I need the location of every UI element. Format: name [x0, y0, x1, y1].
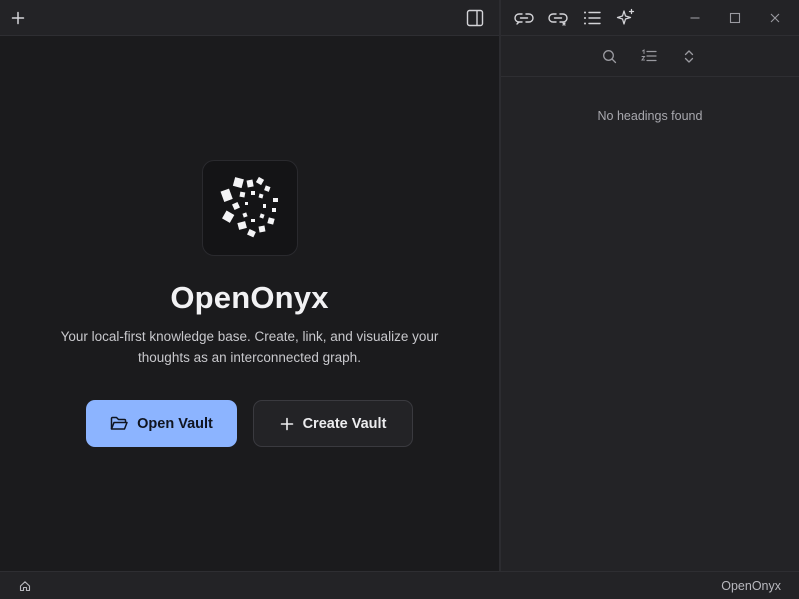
ordered-list-icon[interactable] [640, 47, 658, 65]
sparkles-icon[interactable] [614, 6, 638, 30]
panel-toolbar [500, 0, 799, 36]
open-vault-button[interactable]: Open Vault [86, 400, 237, 447]
status-bar: OpenOnyx [0, 571, 799, 599]
title-bar [0, 0, 799, 36]
create-vault-label: Create Vault [302, 415, 387, 432]
link-icon[interactable] [513, 7, 535, 29]
list-icon[interactable] [581, 7, 603, 29]
maximize-icon[interactable] [725, 8, 745, 28]
app-title: OpenOnyx [170, 280, 329, 315]
folder-open-icon [110, 416, 128, 430]
outline-empty-message: No headings found [597, 109, 703, 123]
plus-icon[interactable] [8, 8, 28, 28]
outline-panel: No headings found [501, 36, 799, 571]
plus-icon [280, 417, 293, 430]
onyx-logo-icon [220, 176, 278, 238]
search-icon[interactable] [600, 47, 618, 65]
editor-toolbar [0, 0, 499, 36]
welcome-screen: OpenOnyx Your local-first knowledge base… [0, 36, 499, 571]
app-tagline: Your local-first knowledge base. Create,… [60, 329, 439, 365]
unlink-icon[interactable] [547, 7, 569, 29]
create-vault-button[interactable]: Create Vault [253, 400, 413, 447]
status-app-name: OpenOnyx [721, 579, 781, 593]
sidebar-toggle-icon[interactable] [464, 7, 486, 29]
minimize-icon[interactable] [685, 8, 705, 28]
expand-collapse-icon[interactable] [680, 47, 698, 65]
outline-toolbar [501, 36, 799, 77]
home-icon[interactable] [17, 579, 32, 593]
app-logo [202, 160, 298, 256]
close-icon[interactable] [765, 8, 785, 28]
open-vault-label: Open Vault [137, 415, 213, 432]
